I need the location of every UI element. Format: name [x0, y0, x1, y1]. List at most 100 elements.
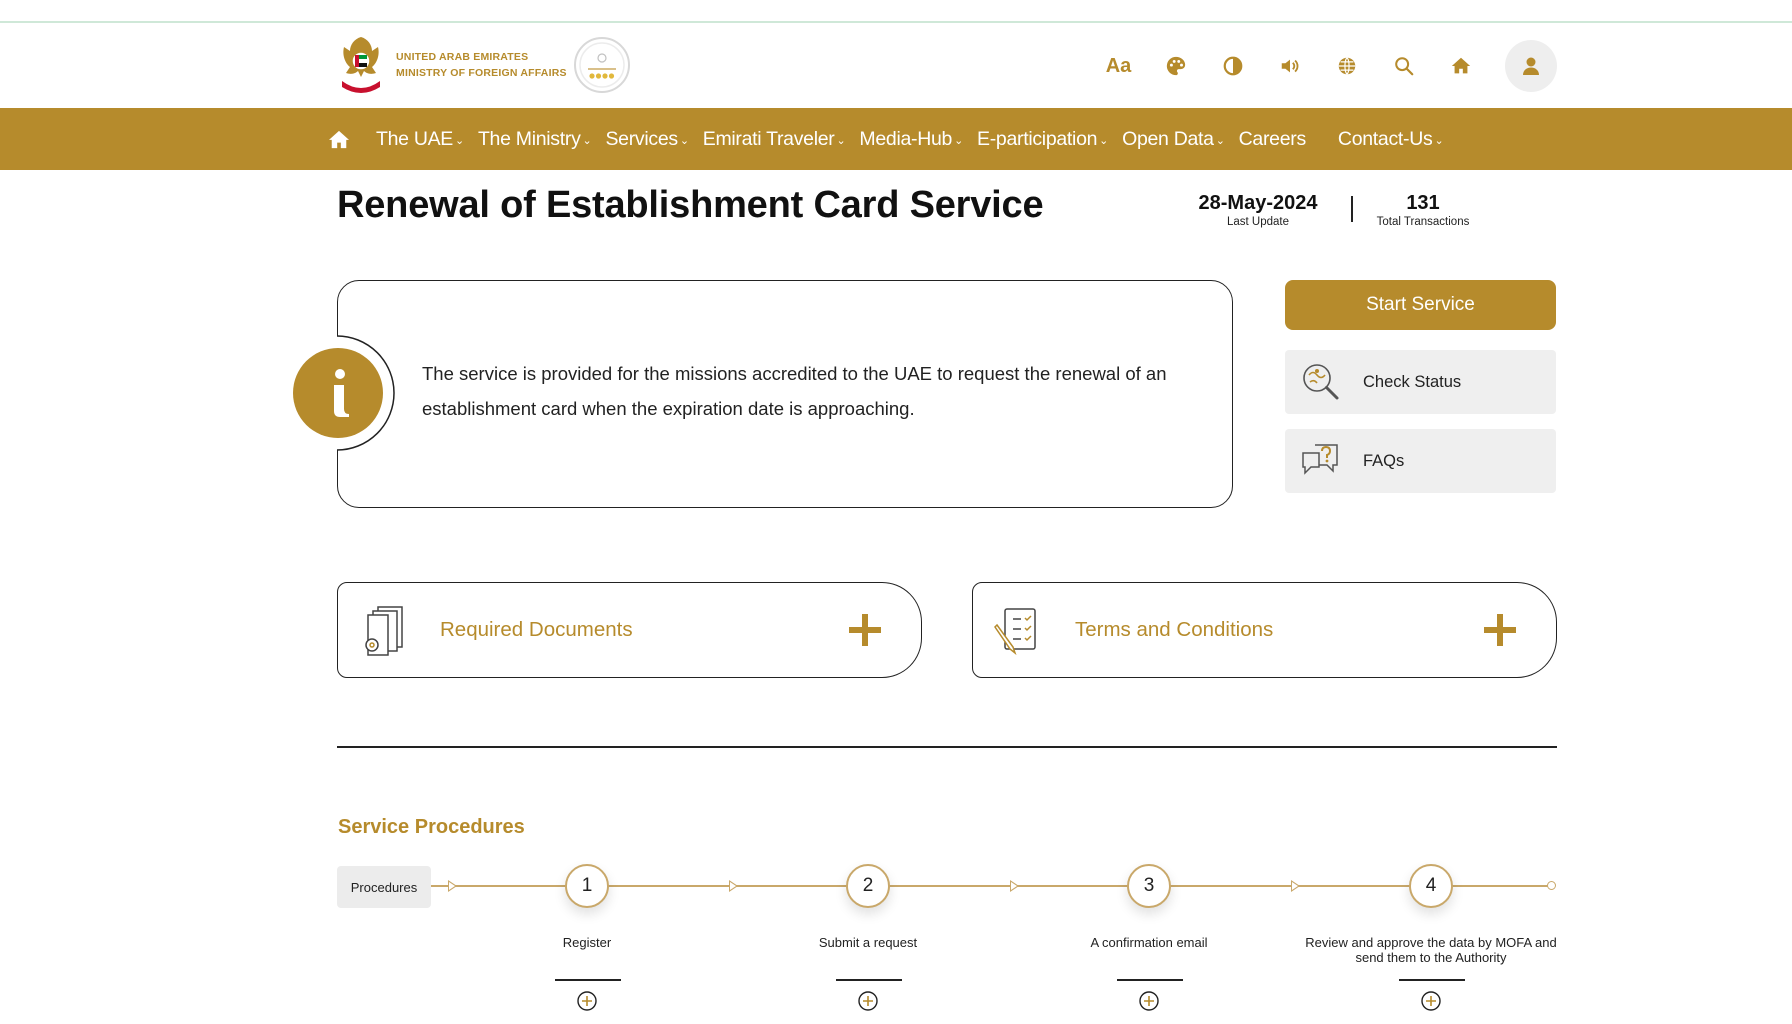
accessibility-toolbar: Aa: [1090, 51, 1489, 81]
nav-label: The Ministry: [477, 127, 581, 150]
documents-gear-icon: [365, 606, 403, 656]
last-update-label: Last Update: [1226, 216, 1289, 228]
step-number: 4: [1425, 875, 1437, 896]
nav-item-media-hub[interactable]: Media-Hub ⌄: [859, 128, 963, 151]
last-update: 28-May-2024 Last Update: [1192, 192, 1324, 228]
chevron-down-icon: ⌄: [1099, 135, 1109, 147]
chevron-down-icon: ⌄: [582, 135, 592, 147]
info-icon: [293, 335, 395, 451]
check-status-icon: [1303, 364, 1339, 400]
font-size-icon[interactable]: Aa: [1090, 51, 1147, 81]
service-description-text: The service is provided for the missions…: [422, 363, 1167, 419]
timeline-arrow-icon: [729, 880, 738, 892]
nav-label: Contact-Us: [1337, 127, 1433, 150]
nav-item-services[interactable]: Services ⌄: [605, 127, 689, 151]
procedures-tab[interactable]: Procedures: [337, 866, 431, 908]
step-number: 1: [581, 875, 593, 896]
nav-label: Media-Hub: [859, 127, 953, 150]
nav-label: Open Data: [1122, 127, 1214, 150]
procedures-heading: Service Procedures: [338, 816, 525, 838]
step-4-bar: [1399, 979, 1465, 981]
chevron-down-icon: ⌄: [679, 135, 689, 147]
nav-label: Services: [605, 127, 678, 150]
nav-home-icon[interactable]: [328, 126, 354, 152]
nav-item-careers[interactable]: Careers: [1238, 127, 1307, 151]
nav-item-e-participation[interactable]: E-participation ⌄: [977, 128, 1108, 151]
chevron-down-icon: ⌄: [836, 135, 846, 147]
logo-line-2: MINISTRY OF FOREIGN AFFAIRS: [396, 67, 567, 79]
terms-conditions-label: Terms and Conditions: [1075, 618, 1274, 641]
nav-label: Emirati Traveler: [702, 127, 835, 150]
procedures-tab-label: Procedures: [350, 879, 418, 895]
required-documents-accordion[interactable]: Required Documents: [337, 582, 922, 678]
meta-divider: [1351, 196, 1353, 222]
contrast-icon[interactable]: [1204, 51, 1261, 81]
uae-emblem-icon: [342, 37, 380, 93]
timeline-arrow-icon: [1291, 880, 1300, 892]
faqs-label: FAQs: [1363, 451, 1405, 470]
chevron-down-icon: ⌄: [1215, 135, 1225, 147]
page-title: Renewal of Establishment Card Service: [337, 184, 1044, 226]
nav-item-the-ministry[interactable]: The Ministry ⌄: [478, 128, 592, 151]
step-3-bar: [1117, 979, 1183, 981]
plus-icon: [849, 614, 881, 646]
logo-line-1: UNITED ARAB EMIRATES: [396, 51, 529, 63]
faqs-button[interactable]: FAQs: [1285, 429, 1556, 493]
expand-step-4-icon[interactable]: [1420, 990, 1442, 1012]
section-divider: [337, 746, 1557, 748]
step-number: 3: [1143, 875, 1155, 896]
nav-label: The UAE: [376, 127, 454, 150]
start-service-button[interactable]: Start Service: [1285, 280, 1556, 330]
step-1-bar: [555, 979, 621, 981]
palette-icon[interactable]: [1147, 51, 1204, 81]
checklist-pen-icon: [994, 608, 1036, 656]
step-number: 2: [862, 875, 874, 896]
transactions-label: Total Transactions: [1376, 216, 1470, 228]
globe-icon[interactable]: [1318, 51, 1375, 81]
excellence-seal-icon: [573, 37, 630, 93]
step-1-label: Register: [562, 935, 612, 950]
step-3-circle: 3: [1127, 864, 1171, 908]
timeline-arrow-icon: [1010, 880, 1019, 892]
step-3-label: A confirmation email: [1090, 935, 1208, 950]
ministry-logo[interactable]: UNITED ARAB EMIRATES MINISTRY OF FOREIGN…: [336, 33, 631, 97]
nav-item-the-uae[interactable]: The UAE ⌄: [376, 128, 464, 151]
terms-conditions-accordion[interactable]: Terms and Conditions: [972, 582, 1557, 678]
plus-icon: [1484, 614, 1516, 646]
home-icon[interactable]: [1432, 51, 1489, 81]
search-icon[interactable]: [1375, 51, 1432, 81]
step-2-circle: 2: [846, 864, 890, 908]
expand-step-1-icon[interactable]: [576, 990, 598, 1012]
expand-step-3-icon[interactable]: [1138, 990, 1160, 1012]
faq-question-icon: [1302, 444, 1338, 475]
user-icon: [1523, 57, 1539, 75]
chevron-down-icon: ⌄: [1434, 135, 1444, 147]
speaker-icon[interactable]: [1261, 51, 1318, 81]
step-2-bar: [836, 979, 902, 981]
required-documents-label: Required Documents: [440, 618, 633, 641]
transactions-value: 131: [1406, 192, 1440, 214]
step-4-label: Review and approve the data by MOFA and …: [1305, 935, 1557, 965]
nav-label: Careers: [1238, 127, 1307, 150]
timeline-end-dot: [1547, 881, 1556, 890]
timeline-arrow-icon: [448, 880, 457, 892]
total-transactions: 131 Total Transactions: [1368, 192, 1478, 228]
check-status-label: Check Status: [1363, 372, 1462, 391]
expand-step-2-icon[interactable]: [857, 990, 879, 1012]
nav-label: E-participation: [977, 127, 1098, 150]
logo-text: UNITED ARAB EMIRATES MINISTRY OF FOREIGN…: [396, 49, 567, 81]
font-size-label: Aa: [1105, 54, 1132, 77]
main-navigation: The UAE ⌄ The Ministry ⌄ Services ⌄ Emirati…: [0, 108, 1792, 170]
site-header: UNITED ARAB EMIRATES MINISTRY OF FOREIGN…: [0, 23, 1792, 108]
user-account-button[interactable]: [1505, 40, 1557, 92]
start-service-label: Start Service: [1366, 294, 1475, 315]
chevron-down-icon: ⌄: [455, 135, 464, 147]
step-1-circle: 1: [565, 864, 609, 908]
nav-item-contact-us[interactable]: Contact-Us ⌄: [1337, 127, 1444, 151]
last-update-value: 28-May-2024: [1198, 192, 1318, 214]
step-4-circle: 4: [1409, 864, 1453, 908]
check-status-button[interactable]: Check Status: [1285, 350, 1556, 414]
nav-item-open-data[interactable]: Open Data ⌄: [1122, 128, 1225, 151]
step-2-label: Submit a request: [818, 935, 918, 950]
nav-item-emirati-traveler[interactable]: Emirati Traveler ⌄: [703, 128, 846, 151]
